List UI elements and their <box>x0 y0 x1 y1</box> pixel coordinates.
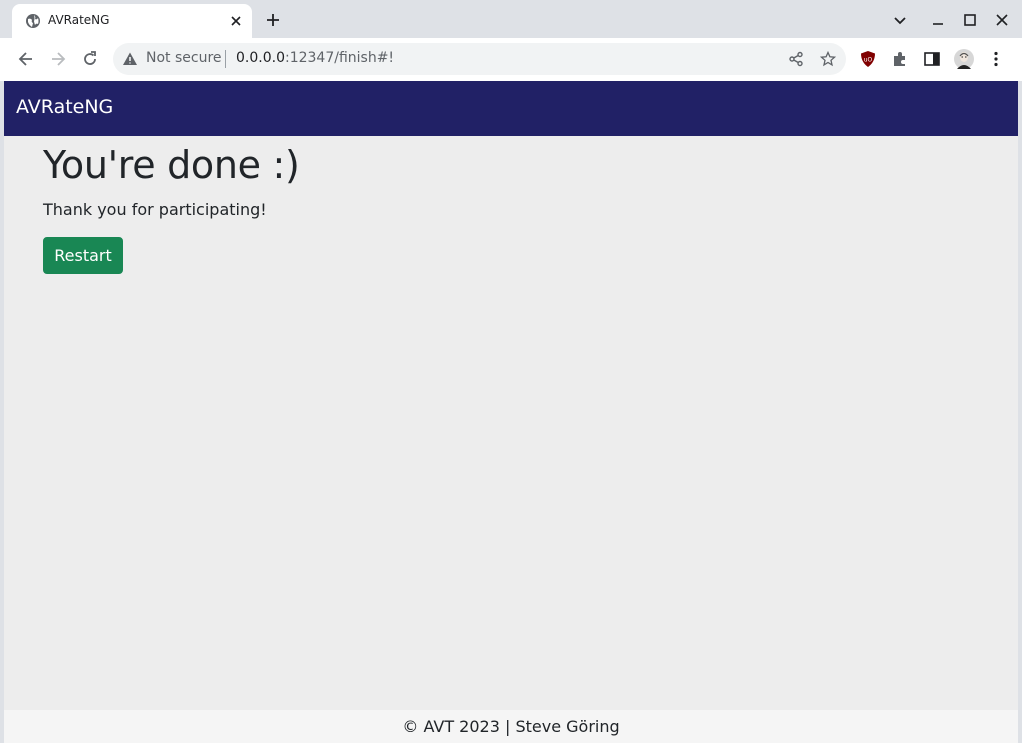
divider <box>225 50 226 68</box>
footer-text: © AVT 2023 | Steve Göring <box>402 717 620 736</box>
maximize-icon[interactable] <box>960 10 980 30</box>
page-title: You're done :) <box>43 143 300 187</box>
browser-toolbar: Not secure 0.0.0.0:12347/finish#! uO <box>0 38 1022 81</box>
window-close-icon[interactable] <box>992 10 1012 30</box>
restart-button[interactable]: Restart <box>43 237 123 274</box>
minimize-icon[interactable] <box>928 10 948 30</box>
tab-strip: AVRateNG <box>0 0 1022 38</box>
url-path: :12347/finish#! <box>284 50 395 66</box>
chevron-down-icon[interactable] <box>890 10 910 30</box>
tab-title: AVRateNG <box>48 13 110 27</box>
navbar-brand[interactable]: AVRateNG <box>16 96 113 118</box>
side-panel-icon[interactable] <box>922 49 942 69</box>
star-icon[interactable] <box>820 51 836 67</box>
footer: © AVT 2023 | Steve Göring <box>4 710 1018 743</box>
svg-text:uO: uO <box>864 57 873 64</box>
puzzle-icon[interactable] <box>890 49 910 69</box>
warning-icon[interactable] <box>122 51 138 67</box>
arrow-right-icon[interactable] <box>48 49 68 69</box>
url-host: 0.0.0.0 <box>236 50 285 66</box>
new-tab-icon[interactable] <box>264 11 282 29</box>
avatar[interactable] <box>954 49 974 69</box>
reload-icon[interactable] <box>80 49 100 69</box>
address-bar[interactable]: Not secure 0.0.0.0:12347/finish#! <box>113 43 846 75</box>
navbar: AVRateNG <box>4 81 1018 136</box>
arrow-left-icon[interactable] <box>16 49 36 69</box>
security-label[interactable]: Not secure <box>146 50 222 66</box>
share-icon[interactable] <box>788 51 804 67</box>
browser-tab[interactable]: AVRateNG <box>12 4 252 38</box>
page-viewport: AVRateNG You're done :) Thank you for pa… <box>4 81 1018 743</box>
ublock-icon[interactable]: uO <box>858 49 878 69</box>
thank-you-message: Thank you for participating! <box>43 200 267 219</box>
close-icon[interactable] <box>228 13 244 29</box>
kebab-menu-icon[interactable] <box>986 49 1006 69</box>
window-frame-right <box>1018 81 1022 743</box>
url-text[interactable]: 0.0.0.0:12347/finish#! <box>236 50 394 66</box>
globe-icon <box>26 14 40 28</box>
